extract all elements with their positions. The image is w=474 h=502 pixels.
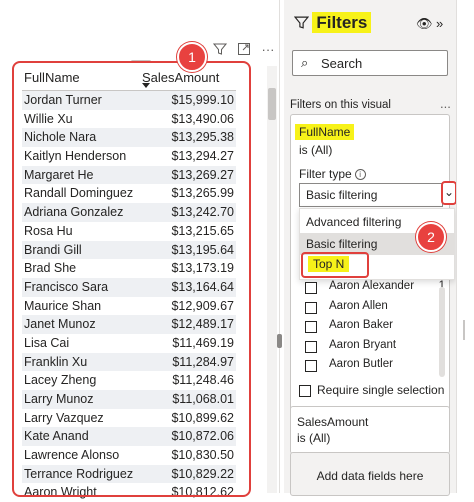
right-strip-handle[interactable] xyxy=(463,320,465,340)
more-options-icon[interactable]: ··· xyxy=(260,42,276,58)
filter-list-item[interactable]: Aaron Bryant1 xyxy=(305,338,445,357)
right-side-strip xyxy=(456,0,474,493)
checkbox[interactable] xyxy=(305,282,317,294)
salesamount-filter-title: SalesAmount xyxy=(297,415,369,429)
add-data-fields-well[interactable]: Add data fields here xyxy=(290,452,450,496)
search-placeholder: Search xyxy=(321,56,363,71)
filter-item-name: Aaron Butler xyxy=(329,358,393,370)
filter-type-text: Filter type xyxy=(299,167,352,181)
checkbox[interactable] xyxy=(305,360,317,372)
filter-pane-icon xyxy=(293,15,310,34)
table-visual-area: ··· FullName SalesAmount Jordan Turner $1… xyxy=(0,0,284,499)
filter-list-item[interactable]: Aaron Allen1 xyxy=(305,299,445,318)
focus-mode-icon[interactable] xyxy=(236,42,252,58)
annotation-badge-1: 1 xyxy=(177,42,207,72)
filters-on-visual-label: Filters on this visual xyxy=(290,99,391,111)
filter-type-selected: Basic filtering xyxy=(306,188,378,202)
fullname-filter-status: is (All) xyxy=(299,143,333,157)
filter-item-name: Aaron Bryant xyxy=(329,338,397,351)
checkbox[interactable] xyxy=(305,340,317,353)
visibility-eye-icon[interactable]: 👁 xyxy=(416,16,433,32)
fullname-filter-card[interactable]: FullName is (All) Filter type i Basic fil… xyxy=(290,114,457,416)
checkbox[interactable] xyxy=(299,385,311,397)
section-more-options-icon[interactable]: ... xyxy=(440,96,451,111)
filters-pane-header: Filters xyxy=(293,12,372,34)
visual-highlight-border xyxy=(12,61,251,497)
filter-item-name: Aaron Allen xyxy=(329,299,388,312)
pane-resize-handle[interactable] xyxy=(277,334,282,348)
pane-divider xyxy=(279,0,280,493)
filter-item-name: Aaron Alexander xyxy=(329,280,415,292)
add-data-fields-label: Add data fields here xyxy=(316,469,424,483)
filters-search-input[interactable]: ⌕ Search xyxy=(292,50,448,76)
filters-pane: Filters 👁 » ⌕ Search Filters on this vis… xyxy=(284,0,457,496)
table-scrollbar[interactable] xyxy=(267,66,277,493)
menu-item-top-n[interactable]: Top N xyxy=(308,256,350,272)
filter-type-label: Filter type i xyxy=(299,167,366,181)
filter-icon[interactable] xyxy=(212,42,228,58)
table-scrollbar-thumb[interactable] xyxy=(268,88,276,120)
collapse-pane-icon[interactable]: » xyxy=(436,16,443,31)
filter-list-item[interactable]: Aaron Butler1 xyxy=(305,357,445,376)
checkbox[interactable] xyxy=(305,321,317,333)
visual-header: ··· xyxy=(0,40,284,60)
filter-type-dropdown[interactable]: Basic filtering xyxy=(299,183,443,207)
filter-item-name: Aaron Baker xyxy=(329,319,393,331)
list-scrollbar[interactable] xyxy=(439,287,445,377)
annotation-badge-2: 2 xyxy=(416,222,446,252)
require-single-label: Require single selection xyxy=(317,383,445,397)
search-icon: ⌕ xyxy=(301,55,309,70)
chevron-down-icon[interactable]: ⌄ xyxy=(441,181,457,205)
salesamount-filter-card[interactable]: SalesAmount is (All) xyxy=(290,406,450,454)
filter-list-item[interactable]: Aaron Baker1 xyxy=(305,318,445,337)
info-icon[interactable]: i xyxy=(354,169,366,181)
filter-list-item[interactable]: Aaron Alexander 1 xyxy=(305,279,445,298)
checkbox[interactable] xyxy=(305,301,317,314)
fullname-filter-title[interactable]: FullName xyxy=(295,124,355,140)
filters-title: Filters xyxy=(312,12,372,33)
salesamount-filter-status: is (All) xyxy=(297,431,331,445)
